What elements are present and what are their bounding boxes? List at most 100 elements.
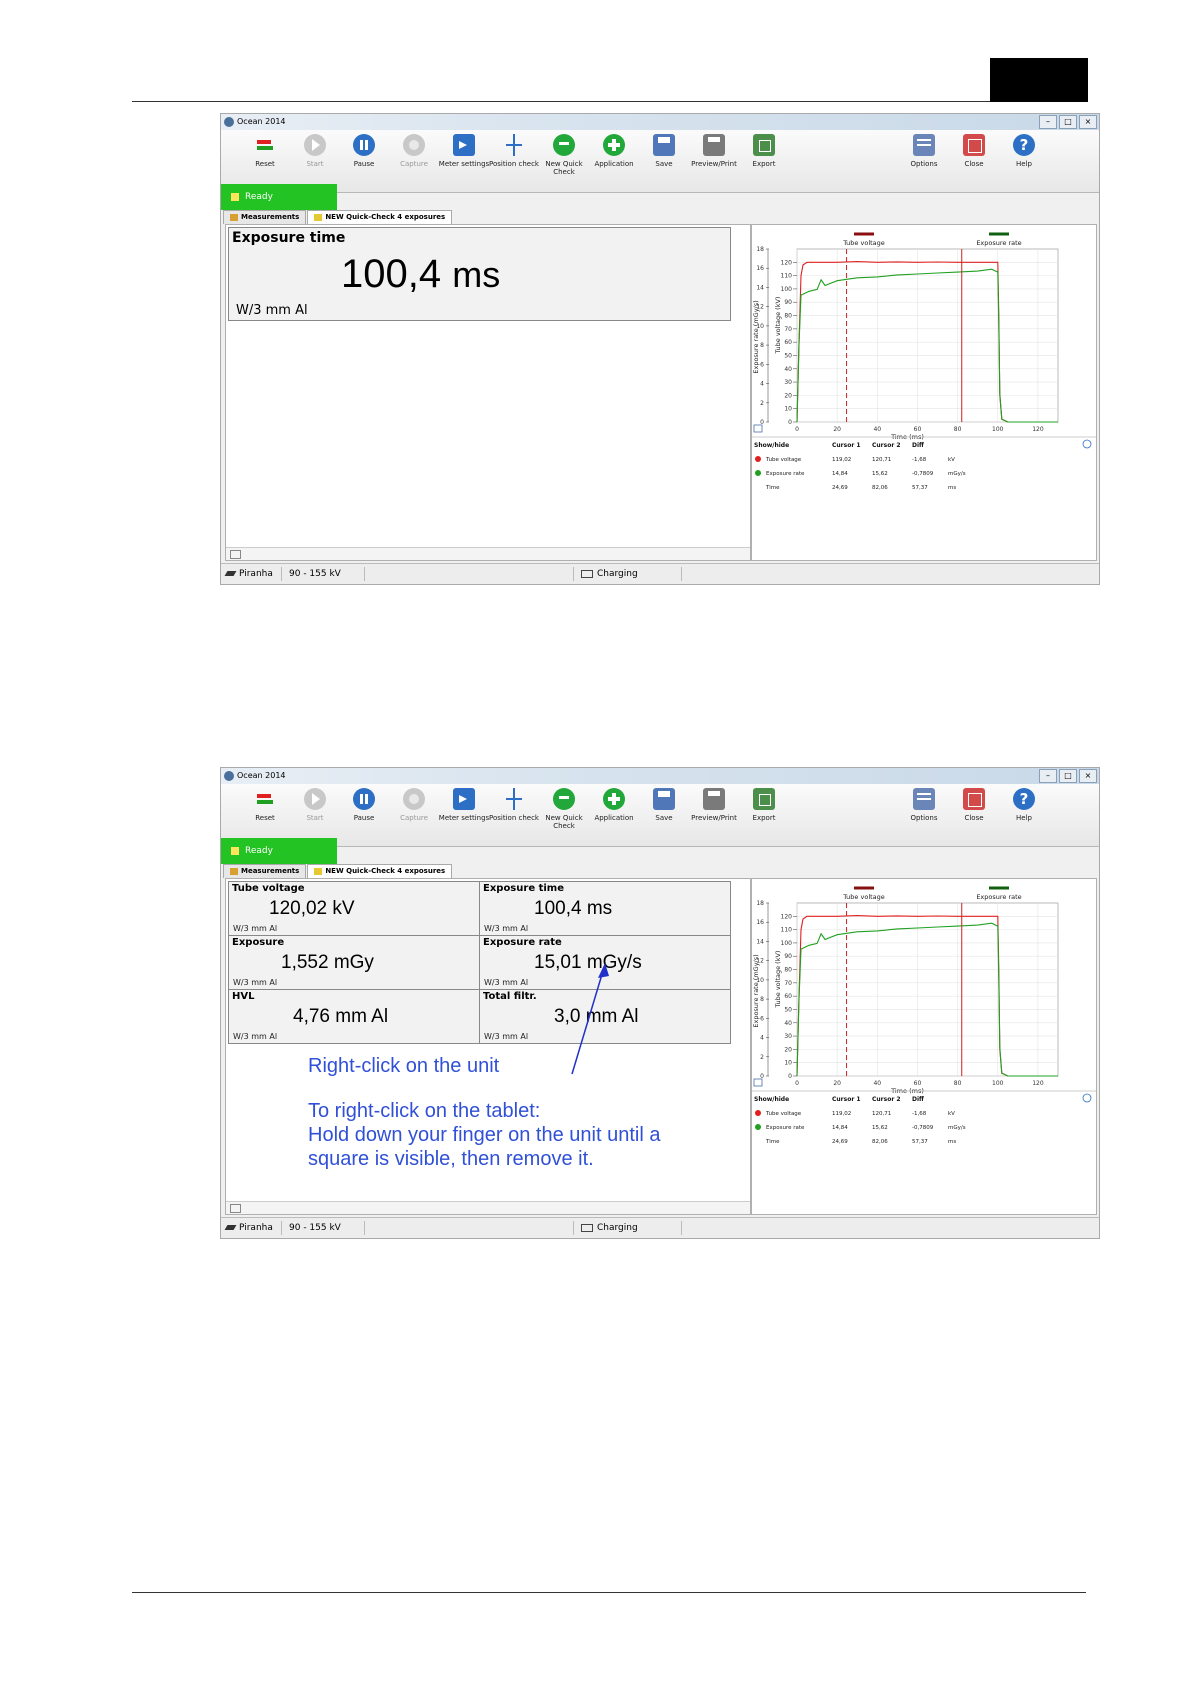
y-left-axis-label: Exposure rate (mGy/s) (752, 300, 760, 373)
toolbar-button-label: Options (910, 814, 938, 822)
maximize-icon[interactable]: □ (1059, 115, 1077, 129)
capture-button[interactable]: Capture (386, 788, 442, 822)
measurement-exposure-time[interactable]: Exposure time 100,4 ms W/3 mm Al (228, 227, 731, 321)
device-name: Piranha (224, 564, 273, 584)
table-row-name: Time (765, 1139, 780, 1145)
x-tick-label: 80 (954, 1080, 962, 1087)
position-check-button[interactable]: Position check (486, 134, 542, 168)
keyboard-icon[interactable] (230, 550, 241, 559)
toolbar: Reset Start Pause Capture Meter settings Posi… (221, 130, 1099, 193)
device-name: Piranha (224, 1218, 273, 1238)
table-unit: mGy/s (948, 1125, 966, 1131)
y-right-tick-label: 100 (781, 940, 793, 947)
position-check-button[interactable]: Position check (486, 788, 542, 822)
print-button[interactable]: Preview/Print (686, 134, 742, 168)
chart-settings-icon (753, 424, 763, 433)
toolbar-button-label: Save (655, 814, 673, 822)
y-right-tick-label: 90 (784, 953, 792, 960)
app-icon (224, 771, 234, 781)
options-button[interactable]: Options (896, 134, 952, 168)
y-right-tick-label: 80 (784, 967, 792, 974)
reset-button[interactable]: Reset (237, 134, 293, 168)
toolbar-button-label: Preview/Print (691, 814, 737, 822)
table-row-name: Time (765, 485, 780, 491)
pause-button[interactable]: Pause (336, 788, 392, 822)
y-right-tick-label: 70 (784, 980, 792, 987)
help-button[interactable]: ? Help (996, 134, 1052, 168)
application-icon (603, 134, 625, 156)
legend-label: Exposure rate (976, 239, 1021, 247)
toolbar-button-label: Export (752, 160, 776, 168)
meter-settings-button[interactable]: Meter settings (436, 788, 492, 822)
window-close-icon[interactable]: × (1079, 115, 1097, 129)
pause-button[interactable]: Pause (336, 134, 392, 168)
chart-settings-icon (753, 1078, 763, 1087)
help-icon: ? (1013, 134, 1035, 156)
toolbar-button-label: Options (910, 160, 938, 168)
battery-icon (581, 1223, 593, 1232)
new-quick-check-button[interactable]: New Quick Check (536, 788, 592, 830)
toolbar-button-label: Export (752, 814, 776, 822)
export-button[interactable]: Export (736, 134, 792, 168)
folder-icon (230, 867, 238, 875)
tab-quick-check[interactable]: NEW Quick-Check 4 exposures (307, 864, 453, 878)
application-button[interactable]: Application (586, 788, 642, 822)
meter-settings-button[interactable]: Meter settings (436, 134, 492, 168)
toolbar: Reset Start Pause Capture Meter settings Posi… (221, 784, 1099, 847)
x-tick-label: 20 (833, 1080, 841, 1087)
ready-arrow-icon (231, 192, 239, 201)
toolbar-button-label: Meter settings (438, 160, 490, 168)
x-tick-label: 0 (795, 426, 799, 433)
plot-area (796, 248, 1059, 423)
table-header: Cursor 1 (832, 442, 861, 449)
y-right-tick-label: 30 (784, 1033, 792, 1040)
start-button[interactable]: Start (287, 788, 343, 822)
y-left-tick-label: 14 (756, 284, 764, 291)
table-cursor1-value: 119,02 (832, 1111, 851, 1117)
table-header: Cursor 1 (832, 1096, 861, 1103)
x-tick-label: 60 (914, 1080, 922, 1087)
toolbar-button-label: Meter settings (438, 814, 490, 822)
toolbar-button-label: Help (1016, 814, 1032, 822)
y-right-tick-label: 120 (781, 259, 793, 266)
x-tick-label: 100 (992, 426, 1004, 433)
maximize-icon[interactable]: □ (1059, 769, 1077, 783)
table-diff-value: 57,37 (912, 485, 928, 491)
bottom-status-bar: Piranha 90 - 155 kV Charging (221, 563, 1099, 584)
screenshot-six-measurements: Ocean 2014 – □ × Reset Start Pause Capture Met… (220, 767, 1100, 1239)
measurement-unit[interactable]: ms (452, 254, 500, 295)
help-button[interactable]: ? Help (996, 788, 1052, 822)
export-button[interactable]: Export (736, 788, 792, 822)
print-button[interactable]: Preview/Print (686, 788, 742, 822)
y-right-tick-label: 110 (781, 273, 793, 280)
tab-measurements[interactable]: Measurements (223, 864, 307, 878)
table-cursor1-value: 14,84 (832, 471, 848, 477)
toolbar-button-label: Pause (353, 160, 375, 168)
toolbar-button-label: New Quick Check (545, 814, 583, 830)
tab-measurements[interactable]: Measurements (223, 210, 307, 224)
y-left-tick-label: 4 (760, 1035, 764, 1042)
window-close-icon[interactable]: × (1079, 769, 1097, 783)
application-button[interactable]: Application (586, 134, 642, 168)
toolbar-button-label: Close (964, 814, 984, 822)
save-button[interactable]: Save (636, 134, 692, 168)
table-header: Cursor 2 (872, 1096, 901, 1103)
y-right-tick-label: 0 (788, 419, 792, 426)
close-button[interactable]: Close (946, 134, 1002, 168)
reset-button[interactable]: Reset (237, 788, 293, 822)
tab-quick-check[interactable]: NEW Quick-Check 4 exposures (307, 210, 453, 224)
close-button[interactable]: Close (946, 788, 1002, 822)
minimize-icon[interactable]: – (1039, 769, 1057, 783)
save-button[interactable]: Save (636, 788, 692, 822)
start-button[interactable]: Start (287, 134, 343, 168)
keyboard-icon[interactable] (230, 1204, 241, 1213)
window-titlebar: Ocean 2014 – □ × (221, 114, 1099, 130)
table-header: Cursor 2 (872, 442, 901, 449)
y-right-tick-label: 10 (784, 406, 792, 413)
minimize-icon[interactable]: – (1039, 115, 1057, 129)
capture-icon (403, 134, 425, 156)
close-icon (963, 134, 985, 156)
options-button[interactable]: Options (896, 788, 952, 822)
new-quick-check-button[interactable]: New Quick Check (536, 134, 592, 176)
capture-button[interactable]: Capture (386, 134, 442, 168)
